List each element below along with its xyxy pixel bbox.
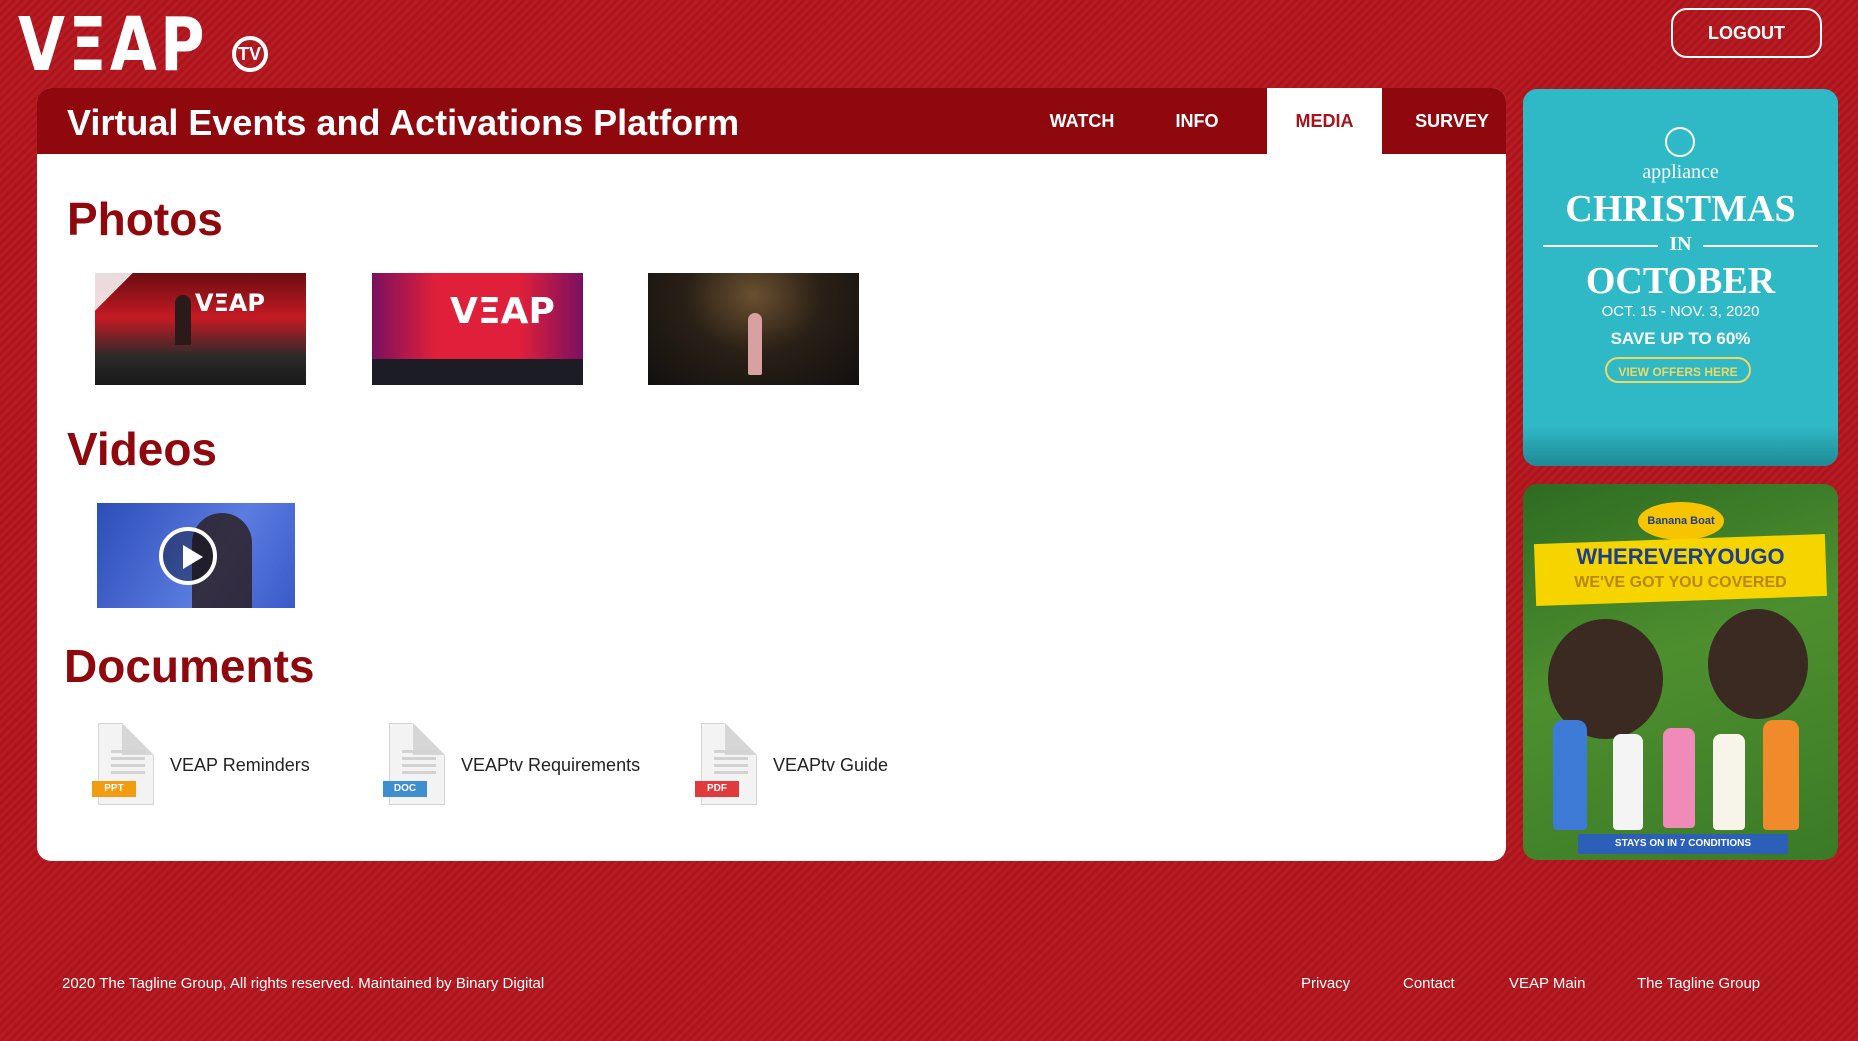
photos-heading: Photos	[67, 193, 223, 245]
page-title: Virtual Events and Activations Platform	[67, 102, 740, 143]
document-label[interactable]: VEAPtv Guide	[773, 755, 888, 776]
tv-badge-icon: TV	[231, 36, 268, 72]
speaker-figure	[175, 295, 191, 345]
ad2-footer: STAYS ON IN 7 CONDITIONS	[1578, 834, 1788, 854]
ad2-brand-logo: Banana Boat	[1638, 502, 1724, 540]
footer-copyright: 2020 The Tagline Group, All rights reser…	[62, 975, 545, 992]
tab-media[interactable]: MEDIA	[1267, 88, 1382, 154]
logo-text: VΞAP	[18, 2, 208, 88]
footer-link-privacy[interactable]: Privacy	[1301, 975, 1350, 992]
ad1-footer-decor	[1523, 426, 1838, 466]
footer-link-veap-main[interactable]: VEAP Main	[1509, 975, 1585, 992]
ad1-dates: OCT. 15 - NOV. 3, 2020	[1601, 303, 1760, 320]
file-type-badge: PDF	[695, 781, 739, 797]
document-item-1[interactable]: PPT VEAP Reminders	[92, 723, 310, 807]
doc-file-icon: DOC	[383, 723, 447, 807]
banana-boat-ad[interactable]: Banana Boat WHEREVERYOUGO WE'VE GOT YOU …	[1523, 484, 1838, 860]
product-bottle	[1613, 734, 1643, 830]
main-panel: Virtual Events and Activations Platform …	[37, 88, 1506, 861]
product-bottle	[1713, 734, 1745, 830]
tab-watch[interactable]: WATCH	[1037, 88, 1127, 154]
footer-link-tagline-group[interactable]: The Tagline Group	[1637, 975, 1760, 992]
ad1-offer: SAVE UP TO 60%	[1610, 329, 1751, 348]
photo-thumbnail-1[interactable]: VΞAP	[95, 273, 306, 385]
file-type-badge: PPT	[92, 781, 136, 797]
stage-floor	[372, 359, 583, 385]
product-bottle	[1663, 728, 1695, 828]
product-bottle	[1553, 720, 1587, 830]
ad2-headline-2: WE'VE GOT YOU COVERED	[1574, 574, 1787, 591]
photo-thumb-text: VΞAP	[195, 289, 265, 317]
pdf-file-icon: PDF	[695, 723, 759, 807]
play-icon[interactable]	[159, 527, 217, 585]
sm-logo-icon	[1665, 127, 1695, 157]
ad2-headline-1: WHEREVERYOUGO	[1576, 544, 1785, 569]
photo-thumbnail-2[interactable]: VΞAP	[372, 273, 583, 385]
document-label[interactable]: VEAPtv Requirements	[461, 755, 640, 776]
view-offers-button[interactable]: VIEW OFFERS HERE	[1605, 357, 1751, 383]
file-type-badge: DOC	[383, 781, 427, 797]
ad1-headline-2: OCTOBER	[1585, 260, 1776, 302]
divider	[1703, 245, 1818, 247]
videos-heading: Videos	[67, 423, 217, 475]
ad1-brand: appliance	[1642, 161, 1719, 183]
photo-thumbnail-3[interactable]	[648, 273, 859, 385]
documents-heading: Documents	[64, 640, 315, 692]
person-figure	[1708, 609, 1808, 719]
video-thumbnail-1[interactable]	[97, 503, 295, 608]
document-label[interactable]: VEAP Reminders	[170, 755, 310, 776]
document-item-2[interactable]: DOC VEAPtv Requirements	[383, 723, 640, 807]
veap-tv-logo[interactable]: VΞAP TV	[18, 8, 268, 82]
ad1-headline-1: CHRISTMAS	[1565, 188, 1796, 230]
photo-thumb-text: VΞAP	[450, 291, 555, 332]
christmas-in-october-ad[interactable]: appliance CHRISTMAS IN OCTOBER OCT. 15 -…	[1523, 89, 1838, 466]
tab-survey[interactable]: SURVEY	[1407, 88, 1497, 154]
panel-header: Virtual Events and Activations Platform …	[37, 88, 1506, 154]
document-item-3[interactable]: PDF VEAPtv Guide	[695, 723, 888, 807]
ppt-file-icon: PPT	[92, 723, 156, 807]
logout-button[interactable]: LOGOUT	[1671, 8, 1822, 58]
stage-decor	[95, 273, 165, 328]
performer-figure	[748, 313, 762, 375]
product-bottle	[1763, 720, 1799, 830]
footer-link-contact[interactable]: Contact	[1403, 975, 1455, 992]
tab-info[interactable]: INFO	[1157, 88, 1237, 154]
